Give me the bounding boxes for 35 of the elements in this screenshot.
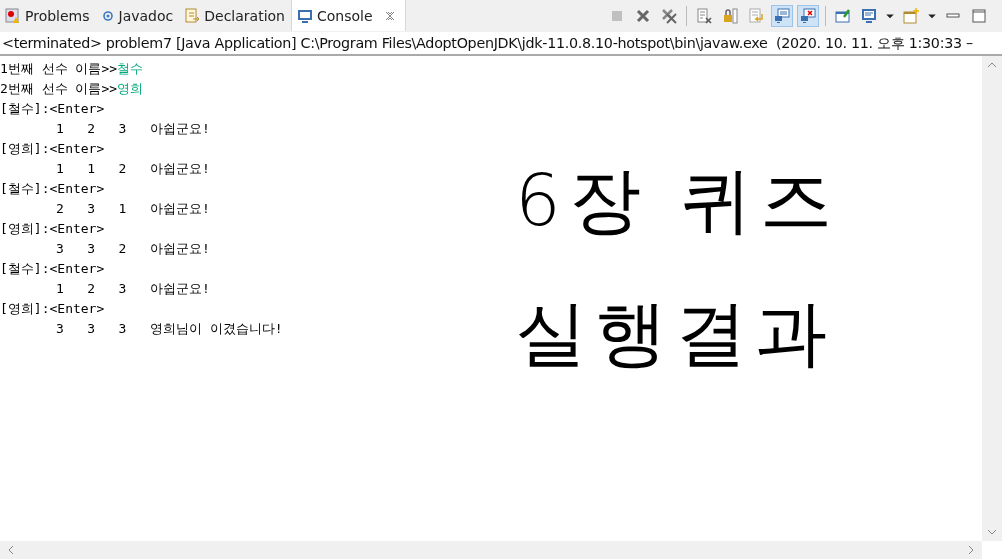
turn-prompt-text: [철수]:<Enter> [0,100,105,118]
console-error-icon[interactable] [797,4,819,27]
problems-icon [5,7,21,24]
console-output-icon[interactable] [771,4,793,27]
prompt-text: 2번째 선수 이름>> [0,80,118,98]
view-tab[interactable]: Javadoc [95,0,180,31]
turn-prompt-text: [영희]:<Enter> [0,300,105,318]
prompt-text: 1번째 선수 이름>> [0,60,118,78]
result-text: 2 3 1 아쉽군요! [56,200,210,218]
result-text: 1 1 2 아쉽군요! [56,160,210,178]
turn-prompt-text: [영희]:<Enter> [0,140,105,158]
handwritten-note: 실행결과 [515,290,836,378]
user-input-text: 철수 [117,60,144,78]
view-tab[interactable]: Problems [0,0,96,31]
result-text: 3 3 3 영희님이 이겼습니다! [56,320,283,338]
document-arrow-icon [184,7,201,24]
scroll-left-icon[interactable] [6,545,16,555]
monitor-icon [297,7,313,24]
scroll-right-icon[interactable] [966,545,976,555]
turn-prompt-text: [철수]:<Enter> [0,260,105,278]
view-tab[interactable]: Declaration [179,0,291,31]
result-text: 1 2 3 아쉽군요! [56,280,210,298]
console-header: <terminated> problem7 [Java Application] C:\Program Files\AdoptOpenJDK\jdk-11.0.8.10-hotspot\bin\javaw.exe (2020. 10. 11. 오후 1:30:33 – [0,32,1002,56]
turn-prompt-text: [철수]:<Enter> [0,180,105,198]
close-icon[interactable] [384,10,395,21]
result-text: 1 2 3 아쉽군요! [56,120,210,138]
handwritten-note: 6장 퀴즈 [515,157,840,244]
scroll-down-icon[interactable] [987,527,997,537]
user-input-text: 영희 [117,80,144,98]
scroll-up-icon[interactable] [987,60,997,70]
result-text: 3 3 2 아쉽군요! [56,240,210,258]
horizontal-scrollbar[interactable] [0,541,982,559]
view-tab[interactable]: Console [291,0,406,31]
vertical-scrollbar[interactable] [982,56,1002,541]
turn-prompt-text: [영희]:<Enter> [0,220,105,238]
